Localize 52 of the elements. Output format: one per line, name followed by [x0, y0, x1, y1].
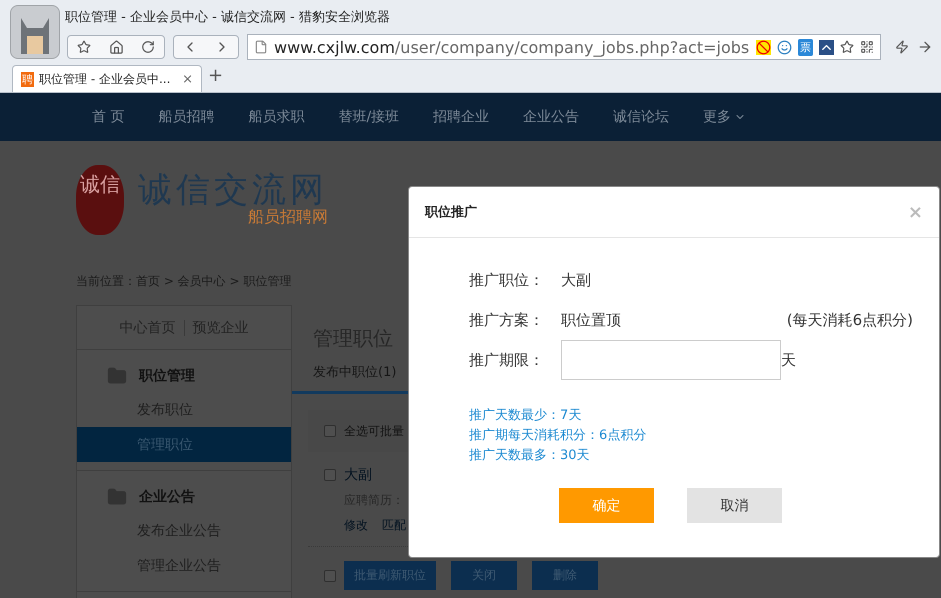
checkbox[interactable] — [324, 570, 336, 582]
hint-text: 推广期每天消耗积分：6点积分 — [469, 427, 648, 445]
block-icon[interactable] — [756, 40, 771, 54]
lightning-icon[interactable] — [895, 40, 909, 54]
sidebar-item[interactable]: 管理职位 — [77, 427, 291, 462]
folder-icon — [107, 366, 127, 386]
folder-icon — [107, 487, 127, 507]
confirm-button[interactable]: 确定 — [559, 488, 654, 523]
avatar-icon — [10, 5, 60, 59]
nav-link[interactable]: 招聘企业 — [433, 108, 490, 126]
hint-text: 推广天数最多：30天 — [469, 447, 591, 465]
window-title: 职位管理 - 企业会员中心 - 诚信交流网 - 猎豹安全浏览器 — [65, 8, 390, 26]
nav-link[interactable]: 企业公告 — [523, 108, 580, 126]
field-label: 推广方案： — [469, 310, 545, 330]
field-value: 职位置顶 — [561, 310, 622, 330]
cancel-button[interactable]: 取消 — [687, 488, 782, 523]
nav-link[interactable]: 替班/接班 — [338, 108, 400, 126]
action-link[interactable]: 匹配 — [382, 517, 406, 534]
url-domain: www.cxjlw.com — [274, 38, 395, 56]
field-label: 推广职位： — [469, 270, 545, 290]
job-title-link[interactable]: 大副 — [344, 466, 406, 484]
nav-link[interactable]: 船员招聘 — [158, 108, 214, 126]
checkbox[interactable] — [324, 425, 336, 437]
field-label: 推广期限： — [469, 350, 545, 370]
face-icon[interactable] — [777, 40, 792, 54]
unit-label: 天 — [781, 350, 797, 370]
nav-link[interactable]: 诚信论坛 — [613, 108, 670, 126]
qr-code-icon[interactable] — [860, 40, 874, 54]
field-value: 大副 — [561, 270, 592, 290]
go-icon[interactable] — [917, 39, 933, 55]
hint-text: 推广天数最少：7天 — [469, 407, 582, 425]
cost-note: (每天消耗6点积分) — [786, 310, 913, 330]
checkbox[interactable] — [324, 469, 336, 481]
section-title: 企业公告 — [139, 488, 195, 506]
section-title: 职位管理 — [139, 367, 195, 385]
logo-subtitle: 船员招聘网 — [248, 206, 328, 228]
page-icon — [254, 40, 268, 54]
dialog-title: 职位推广 — [425, 204, 477, 221]
address-bar[interactable]: www.cxjlw.com/user/company/company_jobs.php?act=jobs 票 — [247, 34, 881, 60]
chevron-icon[interactable] — [819, 40, 834, 54]
days-input-field[interactable] — [561, 340, 781, 380]
browser-tab[interactable]: 聘 职位管理 - 企业会员中... × — [12, 65, 202, 92]
url-path: /user/company/company_jobs.php?act=jobs — [394, 38, 750, 56]
close-button[interactable]: × — [908, 202, 923, 222]
nav-link[interactable]: 船员求职 — [248, 108, 304, 126]
nav-link[interactable]: 更多 — [703, 108, 746, 126]
new-tab-button[interactable]: + — [208, 65, 224, 92]
seal-logo: 诚信 — [76, 165, 124, 235]
nav-link[interactable]: 首 页 — [92, 108, 124, 126]
ticket-badge[interactable]: 票 — [798, 38, 813, 56]
star-icon[interactable] — [840, 40, 854, 54]
action-link[interactable]: 修改 — [344, 517, 368, 534]
